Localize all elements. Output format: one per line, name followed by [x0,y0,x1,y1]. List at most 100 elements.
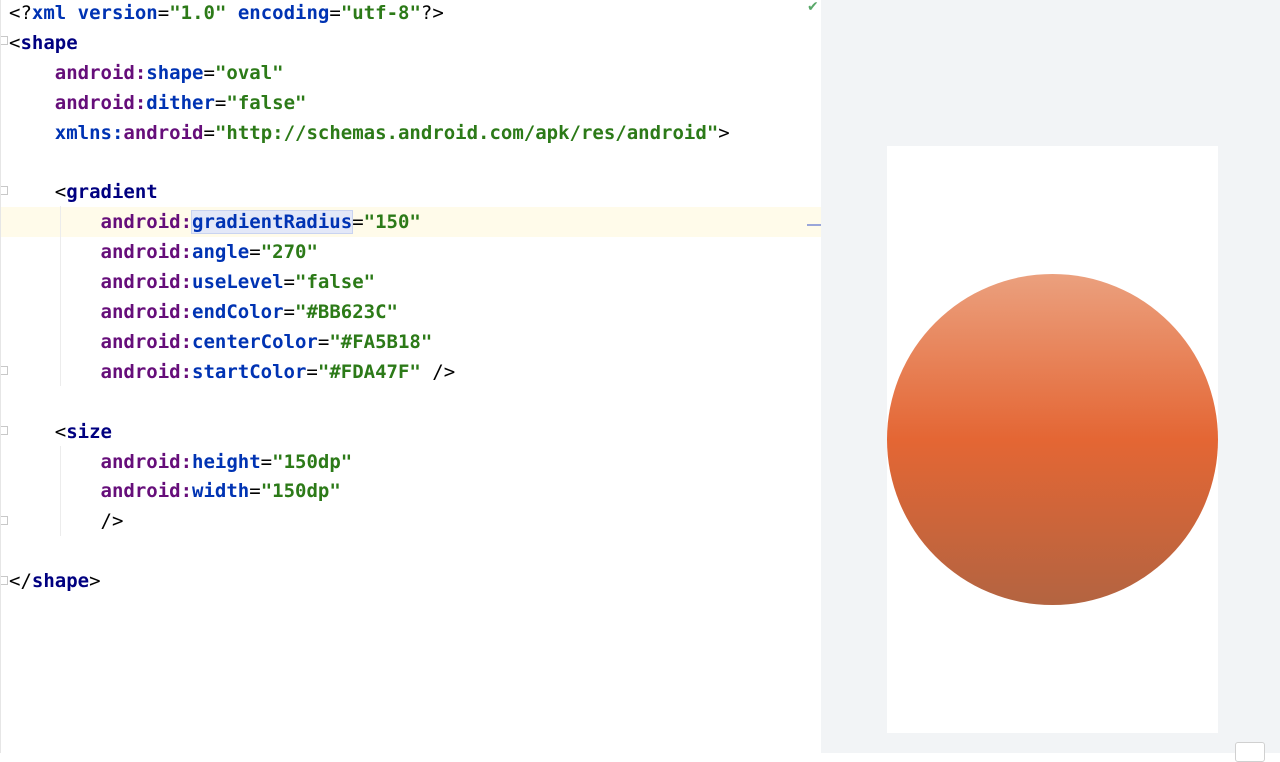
code-line-text: <?xml version="1.0" encoding="utf-8"?> [9,0,444,28]
code-token: = [249,241,261,264]
code-token: size [66,420,112,443]
code-token: android: [100,241,193,264]
code-token: /> [100,510,124,533]
code-token: centerColor [192,330,318,353]
code-token: version [77,2,158,24]
code-line-text: android:dither="false" [9,88,307,118]
code-token: "#BB623C" [295,301,398,323]
code-line[interactable] [1,536,822,566]
code-token: android: [100,301,193,323]
code-token: </ [9,570,32,593]
code-line[interactable]: android:startColor="#FDA47F" /> [1,357,822,387]
code-editor[interactable]: <?xml version="1.0" encoding="utf-8"?> <s… [0,0,822,753]
code-line-text: <gradient [9,177,158,207]
code-token: dither [146,91,215,114]
code-line[interactable]: android:width="150dp" [1,476,822,506]
code-line[interactable]: android:dither="false" [1,88,822,118]
code-token: "false" [226,91,307,114]
fold-marker-size-icon[interactable] [1,426,8,435]
code-line-text: android:gradientRadius="150" [9,207,421,237]
code-token: < [54,181,67,204]
code-token: = [249,480,261,503]
code-token: = [203,61,215,84]
code-line-text: android:startColor="#FDA47F" /> [9,357,456,387]
code-token: "270" [260,241,318,264]
code-token: width [192,480,250,503]
code-token: shape [146,61,204,84]
code-token: shape [20,31,78,54]
fold-marker-shape-end-icon[interactable] [1,576,8,585]
code-token: "oval" [214,61,284,84]
code-line[interactable] [1,387,822,417]
code-line[interactable]: android:centerColor="#FA5B18" [1,327,822,357]
code-line[interactable]: android:height="150dp" [1,447,822,477]
code-line[interactable]: android:angle="270" [1,237,822,267]
fold-marker-gradient-end-icon[interactable] [1,366,8,375]
code-token: /> [420,360,456,383]
indent-guide [60,446,61,536]
code-token: = [329,2,341,24]
code-token: < [54,420,67,443]
code-token: xml [31,2,67,24]
fold-marker-size-end-icon[interactable] [1,516,8,525]
code-line[interactable]: android:shape="oval" [1,58,822,88]
fold-marker-shape-icon[interactable] [1,36,8,45]
preview-zoom-button[interactable] [1235,742,1265,762]
code-line[interactable]: </shape> [1,566,822,596]
code-line[interactable]: <size [1,417,822,447]
code-token: = [283,271,295,294]
code-token: = [157,2,170,24]
code-line[interactable]: /> [1,506,822,536]
code-token: android: [54,91,147,114]
code-token: android: [100,330,193,353]
code-token: "#FDA47F" [317,360,421,383]
code-token: android: [100,271,193,294]
code-token: "http://schemas.android.com/apk/res/andr… [214,121,719,144]
code-line-text: <shape [9,28,78,58]
scroll-marker[interactable] [807,224,822,226]
code-line-text: android:shape="oval" [9,58,284,88]
code-token: android [123,121,204,144]
code-token: "false" [295,271,376,294]
code-line[interactable]: android:useLevel="false" [1,267,822,297]
preview-pane [821,0,1280,762]
code-token: <? [9,2,32,24]
code-line-text: android:useLevel="false" [9,267,376,297]
preview-canvas [887,146,1218,733]
code-token: angle [192,241,250,264]
code-token: android: [54,61,147,84]
code-token: height [192,450,261,473]
code-line-text: android:width="150dp" [9,476,341,506]
code-token: = [306,360,318,383]
code-token: useLevel [192,271,284,294]
code-token: android: [100,480,193,503]
code-token: android: [100,360,193,383]
code-token: "#FA5B18" [329,330,433,353]
code-line[interactable]: <gradient [1,177,822,207]
code-token: xmlns: [54,121,124,144]
check-icon: ✔ [807,0,819,15]
code-line[interactable]: <shape [1,28,822,58]
code-token: "150" [363,211,421,234]
fold-marker-gradient-icon[interactable] [1,186,8,195]
code-token: "150dp" [272,450,353,473]
code-line-text: <size [9,417,112,447]
code-line[interactable]: <?xml version="1.0" encoding="utf-8"?> [1,0,822,28]
code-line-text: android:angle="270" [9,237,318,267]
code-line[interactable]: android:gradientRadius="150" [1,207,822,238]
code-line[interactable]: android:endColor="#BB623C" [1,297,822,327]
code-token: > [718,121,730,144]
code-line[interactable]: xmlns:android="http://schemas.android.co… [1,118,822,148]
code-line-text: /> [9,506,124,536]
code-line[interactable] [1,148,822,178]
